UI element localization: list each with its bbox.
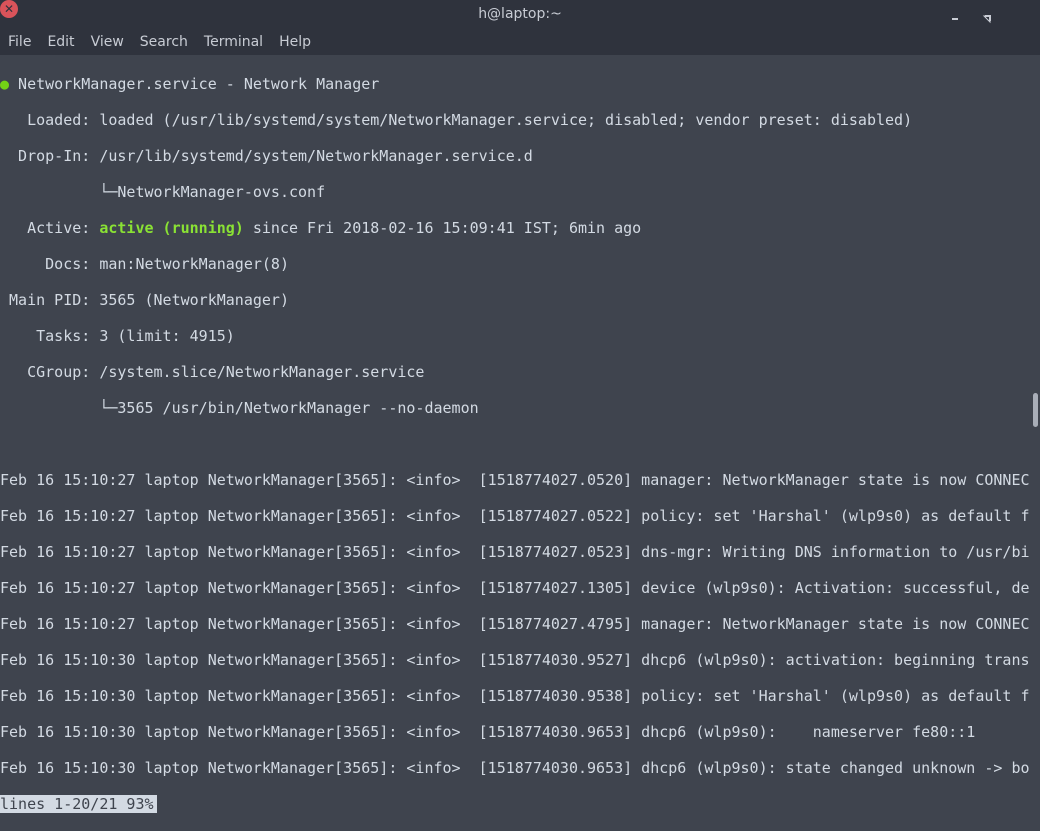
- log-line: Feb 16 15:10:27 laptop NetworkManager[35…: [0, 615, 1030, 633]
- scrollbar[interactable]: [1033, 393, 1038, 427]
- dropin-file-line: └─NetworkManager-ovs.conf: [0, 183, 326, 201]
- log-line: Feb 16 15:10:27 laptop NetworkManager[35…: [0, 579, 1030, 597]
- loaded-line: Loaded: loaded (/usr/lib/systemd/system/…: [0, 111, 913, 129]
- window-title: h@laptop:~: [478, 6, 562, 22]
- log-line: Feb 16 15:10:30 laptop NetworkManager[35…: [0, 651, 1030, 669]
- log-line: Feb 16 15:10:27 laptop NetworkManager[35…: [0, 471, 1030, 489]
- dropin-line: Drop-In: /usr/lib/systemd/system/Network…: [0, 147, 533, 165]
- menu-terminal[interactable]: Terminal: [196, 30, 271, 55]
- menu-bar: File Edit View Search Terminal Help: [0, 30, 1040, 55]
- active-state: active (running): [99, 219, 244, 237]
- pid-line: Main PID: 3565 (NetworkManager): [0, 291, 289, 309]
- service-header: ● NetworkManager.service - Network Manag…: [0, 75, 380, 93]
- log-line: Feb 16 15:10:30 laptop NetworkManager[35…: [0, 687, 1030, 705]
- menu-file[interactable]: File: [0, 30, 39, 55]
- minimize-button[interactable]: [948, 5, 968, 25]
- status-dot-icon: ●: [0, 75, 10, 93]
- tasks-line: Tasks: 3 (limit: 4915): [0, 327, 235, 345]
- title-bar: h@laptop:~ ✕: [0, 0, 1040, 30]
- log-line: Feb 16 15:10:27 laptop NetworkManager[35…: [0, 543, 1030, 561]
- terminal-output[interactable]: ● NetworkManager.service - Network Manag…: [0, 57, 1030, 831]
- log-line: Feb 16 15:10:30 laptop NetworkManager[35…: [0, 759, 1030, 777]
- docs-line: Docs: man:NetworkManager(8): [0, 255, 289, 273]
- log-line: Feb 16 15:10:30 laptop NetworkManager[35…: [0, 723, 976, 741]
- menu-view[interactable]: View: [83, 30, 132, 55]
- pager-status: lines 1-20/21 93%: [0, 795, 157, 813]
- log-line: Feb 16 15:10:27 laptop NetworkManager[35…: [0, 507, 1030, 525]
- maximize-button[interactable]: [982, 5, 1002, 25]
- cgroup-line: CGroup: /system.slice/NetworkManager.ser…: [0, 363, 425, 381]
- menu-edit[interactable]: Edit: [39, 30, 82, 55]
- menu-search[interactable]: Search: [132, 30, 196, 55]
- active-line: Active: active (running) since Fri 2018-…: [0, 219, 642, 237]
- cgroup-proc-line: └─3565 /usr/bin/NetworkManager --no-daem…: [0, 399, 479, 417]
- menu-help[interactable]: Help: [271, 30, 319, 55]
